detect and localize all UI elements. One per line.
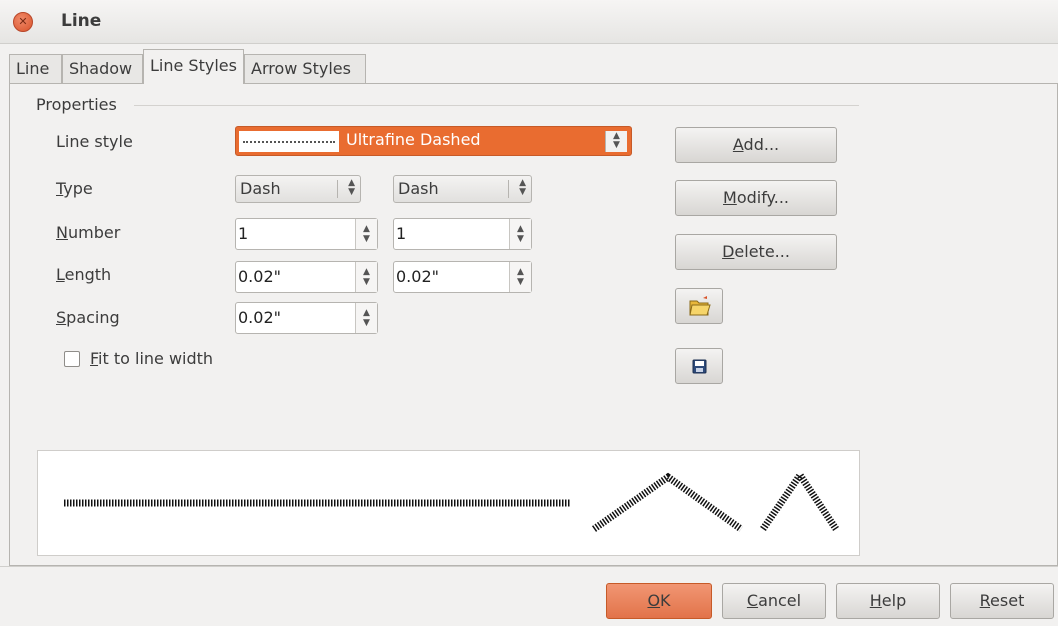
tab-arrow-styles[interactable]: Arrow Styles xyxy=(244,54,366,83)
spin-arrows-icon[interactable]: ▲ ▼ xyxy=(355,219,377,249)
footer-divider xyxy=(0,566,1058,567)
spacing-spin[interactable]: 0.02" ▲ ▼ xyxy=(235,302,378,334)
close-icon[interactable]: ✕ xyxy=(13,12,33,32)
properties-heading: Properties xyxy=(36,95,117,114)
spin-arrows-icon[interactable]: ▲ ▼ xyxy=(355,303,377,333)
type-select-1[interactable]: Dash ▲ ▼ xyxy=(235,175,361,203)
modify-button[interactable]: Modify... xyxy=(675,180,837,216)
spin-arrows-icon[interactable]: ▲ ▼ xyxy=(509,219,531,249)
updown-arrows-icon: ▲ ▼ xyxy=(519,178,526,197)
fit-to-line-width-label: Fit to line width xyxy=(90,349,214,368)
length-spin-2[interactable]: 0.02" ▲ ▼ xyxy=(393,261,532,293)
line-style-select[interactable]: Ultrafine Dashed ▲ ▼ xyxy=(235,126,632,156)
number-spin-2-value: 1 xyxy=(396,224,407,243)
line-style-preview xyxy=(239,131,339,152)
length-spin-2-value: 0.02" xyxy=(396,267,439,286)
spacing-label: Spacing xyxy=(56,308,120,327)
open-folder-icon xyxy=(689,296,711,316)
help-button[interactable]: Help xyxy=(836,583,940,619)
number-spin-2[interactable]: 1 ▲ ▼ xyxy=(393,218,532,250)
length-spin-1[interactable]: 0.02" ▲ ▼ xyxy=(235,261,378,293)
tab-line-styles[interactable]: Line Styles xyxy=(143,49,244,84)
line-preview-drawing xyxy=(64,468,839,532)
delete-button[interactable]: Delete... xyxy=(675,234,837,270)
line-styles-panel: Properties Line style Ultrafine Dashed ▲… xyxy=(9,83,1058,566)
add-button[interactable]: Add... xyxy=(675,127,837,163)
window-title: Line xyxy=(61,11,102,31)
line-style-label: Line style xyxy=(56,132,133,151)
reset-button[interactable]: Reset xyxy=(950,583,1054,619)
type-select-2[interactable]: Dash ▲ ▼ xyxy=(393,175,532,203)
fit-to-line-width-checkbox[interactable] xyxy=(64,351,80,367)
type-select-1-value: Dash xyxy=(240,179,281,198)
line-style-value: Ultrafine Dashed xyxy=(346,130,481,149)
tab-line[interactable]: Line xyxy=(9,54,62,83)
load-line-styles-button[interactable] xyxy=(675,288,723,324)
spin-arrows-icon[interactable]: ▲ ▼ xyxy=(355,262,377,292)
type-label: Type xyxy=(56,179,93,198)
spin-arrows-icon[interactable]: ▲ ▼ xyxy=(509,262,531,292)
length-spin-1-value: 0.02" xyxy=(238,267,281,286)
cancel-button[interactable]: Cancel xyxy=(722,583,826,619)
spacing-spin-value: 0.02" xyxy=(238,308,281,327)
number-spin-1[interactable]: 1 ▲ ▼ xyxy=(235,218,378,250)
length-label: Length xyxy=(56,265,112,284)
number-label: Number xyxy=(56,223,121,242)
updown-arrows-icon: ▲ ▼ xyxy=(605,131,627,152)
properties-divider xyxy=(134,105,859,106)
tab-shadow[interactable]: Shadow xyxy=(62,54,143,83)
updown-arrows-icon: ▲ ▼ xyxy=(348,178,355,197)
save-line-styles-button[interactable] xyxy=(675,348,723,384)
type-select-2-value: Dash xyxy=(398,179,439,198)
line-preview xyxy=(37,450,860,556)
title-bar: ✕ Line xyxy=(0,0,1058,44)
number-spin-1-value: 1 xyxy=(238,224,249,243)
ok-button[interactable]: OK xyxy=(606,583,712,619)
floppy-disk-icon xyxy=(692,359,707,374)
